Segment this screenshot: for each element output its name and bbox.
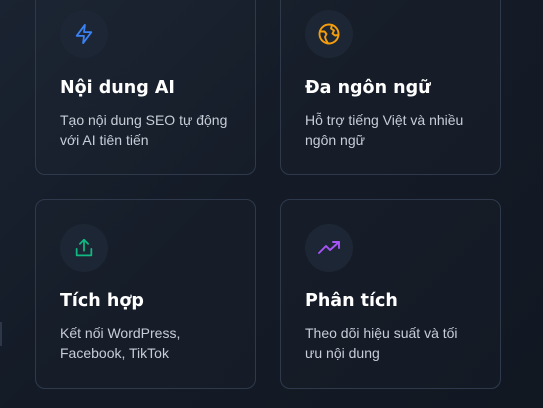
globe-icon <box>305 10 353 58</box>
feature-description: Tạo nội dung SEO tự động với AI tiên tiế… <box>60 110 238 150</box>
feature-title: Phân tích <box>305 291 398 311</box>
feature-card-multilingual: Đa ngôn ngữ Hỗ trợ tiếng Việt và nhiều n… <box>280 0 501 175</box>
feature-card-integration: Tích hợp Kết nối WordPress, Facebook, Ti… <box>35 199 256 389</box>
feature-title: Đa ngôn ngữ <box>305 78 431 98</box>
feature-description-line: ngôn ngữ <box>305 132 365 148</box>
trending-up-icon <box>305 224 353 272</box>
feature-description-line: Kết nối WordPress, <box>60 325 181 341</box>
feature-description: Kết nối WordPress, Facebook, TikTok <box>60 323 238 363</box>
feature-description-line: Facebook, TikTok <box>60 345 169 361</box>
feature-description: Hỗ trợ tiếng Việt và nhiều ngôn ngữ <box>305 110 483 150</box>
feature-title: Nội dung AI <box>60 78 175 98</box>
left-edge-marker <box>0 322 2 346</box>
lightning-icon <box>60 10 108 58</box>
feature-description-line: Hỗ trợ tiếng Việt và nhiều <box>305 112 464 128</box>
feature-description-line: với AI tiên tiến <box>60 132 149 148</box>
feature-title: Tích hợp <box>60 291 144 311</box>
feature-description: Theo dõi hiệu suất và tối ưu nội dung <box>305 323 483 363</box>
feature-card-ai-content: Nội dung AI Tạo nội dung SEO tự động với… <box>35 0 256 175</box>
feature-description-line: ưu nội dung <box>305 345 380 361</box>
feature-card-analytics: Phân tích Theo dõi hiệu suất và tối ưu n… <box>280 199 501 389</box>
share-icon <box>60 224 108 272</box>
feature-description-line: Theo dõi hiệu suất và tối <box>305 325 458 341</box>
feature-description-line: Tạo nội dung SEO tự động <box>60 112 228 128</box>
